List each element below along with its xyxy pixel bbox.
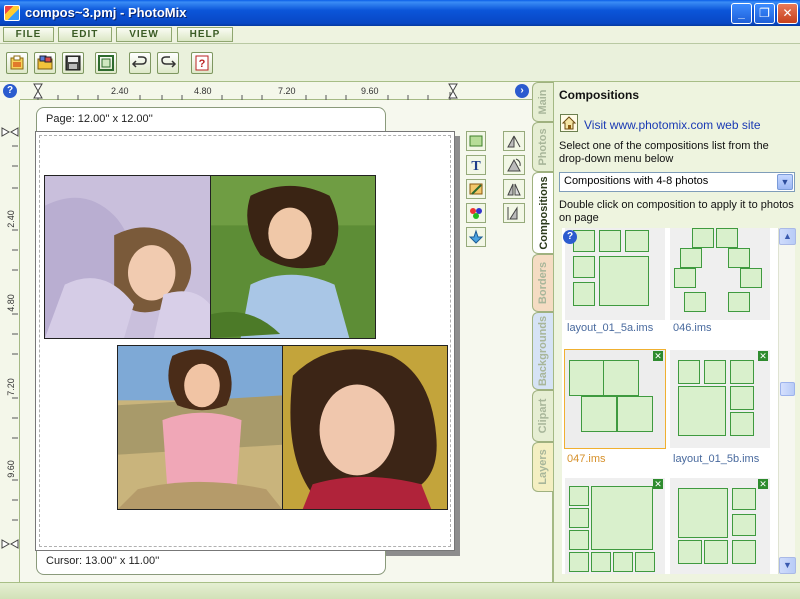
home-icon[interactable] — [560, 114, 578, 132]
menu-view[interactable]: VIEW — [116, 27, 172, 42]
edit-image-icon[interactable] — [466, 179, 486, 199]
tab-main[interactable]: Main — [532, 82, 553, 122]
status-bar — [0, 582, 800, 599]
tab-backgrounds-label: Backgrounds — [537, 315, 549, 387]
close-button[interactable]: ✕ — [777, 3, 798, 24]
photo-girl-in-grass[interactable] — [210, 175, 376, 339]
menu-edit[interactable]: EDIT — [58, 27, 112, 42]
page-size-label: Page: 12.00'' x 12.00'' — [36, 107, 386, 131]
tab-borders-label: Borders — [537, 261, 549, 305]
tab-main-label: Main — [537, 89, 549, 115]
tab-photos-label: Photos — [537, 128, 549, 166]
page-canvas[interactable] — [35, 131, 455, 551]
ruler-top-label: 4.80 — [194, 86, 212, 96]
mirror-icon[interactable] — [503, 203, 525, 223]
ruler-top-label: 2.40 — [111, 86, 129, 96]
redo-icon[interactable] — [157, 52, 179, 74]
svg-text:?: ? — [199, 58, 206, 70]
menu-help[interactable]: HELP — [177, 27, 233, 42]
tab-compositions-label: Compositions — [537, 176, 550, 250]
ruler-left-label: 9.60 — [5, 460, 16, 478]
photo-curly-girl-closeup[interactable] — [282, 345, 448, 510]
vertical-ruler: 2.40 4.80 7.20 9.60 — [0, 100, 20, 582]
layout-name: 046.ims — [673, 322, 712, 334]
tab-clipart-label: Clipart — [537, 398, 549, 434]
menu-file[interactable]: FILE — [3, 27, 54, 42]
frame-icon[interactable] — [95, 52, 117, 74]
layout-thumb-layout-01-5a[interactable] — [565, 228, 665, 320]
title-bar: compos~3.pmj - PhotoMix _ ❐ ✕ — [0, 0, 800, 26]
ruler-left-ticks — [1, 127, 19, 549]
help-book-icon[interactable]: ? — [191, 52, 213, 74]
apply-instruction: Double click on composition to apply it … — [559, 199, 794, 224]
layout-name: layout_01_5b.ims — [673, 453, 760, 465]
tab-layers[interactable]: Layers — [532, 442, 553, 492]
dropdown-value: Compositions with 4-8 photos — [564, 175, 709, 187]
svg-text:T: T — [471, 159, 481, 174]
rotate-icon[interactable] — [503, 155, 525, 175]
layout-name: 047.ims — [567, 453, 606, 465]
save-icon[interactable] — [62, 52, 84, 74]
photo-girl-in-field[interactable] — [117, 345, 283, 510]
open-photos-icon[interactable] — [34, 52, 56, 74]
tab-compositions[interactable]: Compositions — [532, 172, 554, 254]
tab-layers-label: Layers — [537, 449, 549, 485]
horizontal-ruler: 2.40 4.80 7.20 9.60 — [20, 82, 532, 100]
effects-icon[interactable] — [466, 227, 486, 247]
maximize-button[interactable]: ❐ — [754, 3, 775, 24]
photomix-app-icon[interactable] — [4, 5, 20, 21]
minimize-button[interactable]: _ — [731, 3, 752, 24]
select-instruction: Select one of the compositions list from… — [559, 140, 769, 165]
panel-tabs: Main Photos Compositions Borders Backgro… — [532, 82, 554, 582]
remove-layout-icon[interactable]: ✕ — [758, 351, 768, 361]
color-palette-icon[interactable] — [466, 203, 486, 223]
add-text-icon[interactable]: T — [466, 155, 486, 175]
scroll-down-icon[interactable]: ▼ — [779, 557, 796, 574]
remove-layout-icon[interactable]: ✕ — [653, 479, 663, 489]
layout-thumb-047[interactable]: ✕ — [564, 349, 666, 449]
remove-layout-icon[interactable]: ✕ — [758, 479, 768, 489]
new-project-icon[interactable] — [6, 52, 28, 74]
layout-thumb[interactable]: ✕ — [565, 478, 665, 574]
website-link[interactable]: Visit www.photomix.com web site — [584, 118, 761, 132]
ruler-top-label: 9.60 — [361, 86, 379, 96]
toolbar: ? — [0, 44, 800, 82]
ruler-ticks — [33, 83, 458, 100]
layout-thumb-layout-01-5b[interactable]: ✕ — [670, 350, 770, 448]
layout-thumb-046[interactable] — [670, 228, 770, 320]
ruler-left-label: 4.80 — [5, 294, 16, 312]
ruler-left-label: 2.40 — [5, 210, 16, 228]
add-image-icon[interactable] — [466, 131, 486, 151]
ruler-top-label: 7.20 — [278, 86, 296, 96]
undo-icon[interactable] — [129, 52, 151, 74]
layouts-scrollbar[interactable]: ▲ ▼ — [778, 228, 796, 574]
compositions-dropdown[interactable]: Compositions with 4-8 photos ▼ — [559, 172, 795, 192]
layout-thumb[interactable]: ✕ — [670, 478, 770, 574]
tab-photos[interactable]: Photos — [532, 122, 553, 172]
menu-bar: FILE EDIT VIEW HELP — [0, 26, 800, 44]
panel-title: Compositions — [559, 88, 639, 102]
tab-borders[interactable]: Borders — [532, 254, 553, 312]
layout-name: layout_01_5a.ims — [567, 322, 654, 334]
tab-backgrounds[interactable]: Backgrounds — [532, 312, 553, 390]
flip-icon[interactable] — [503, 179, 525, 199]
tab-clipart[interactable]: Clipart — [532, 390, 553, 442]
photo-girl-on-pillow[interactable] — [44, 175, 211, 339]
ruler-left-label: 7.20 — [5, 378, 16, 396]
compositions-panel: Compositions Visit www.photomix.com web … — [553, 82, 800, 582]
remove-layout-icon[interactable]: ✕ — [653, 351, 663, 361]
scroll-up-icon[interactable]: ▲ — [779, 228, 796, 245]
chevron-down-icon[interactable]: ▼ — [777, 174, 793, 190]
scroll-right-icon[interactable]: › — [515, 84, 529, 98]
layouts-grid: layout_01_5a.ims 046.ims ✕ 047.ims ✕ lay… — [562, 228, 778, 574]
window-title: compos~3.pmj - PhotoMix — [25, 5, 187, 20]
cursor-position-label: Cursor: 13.00'' x 11.00'' — [36, 551, 386, 575]
align-top-icon[interactable] — [503, 131, 525, 151]
scrollbar-thumb[interactable] — [780, 382, 795, 396]
layouts-help-icon[interactable]: ? — [563, 230, 577, 244]
ruler-help-icon[interactable]: ? — [3, 84, 17, 98]
